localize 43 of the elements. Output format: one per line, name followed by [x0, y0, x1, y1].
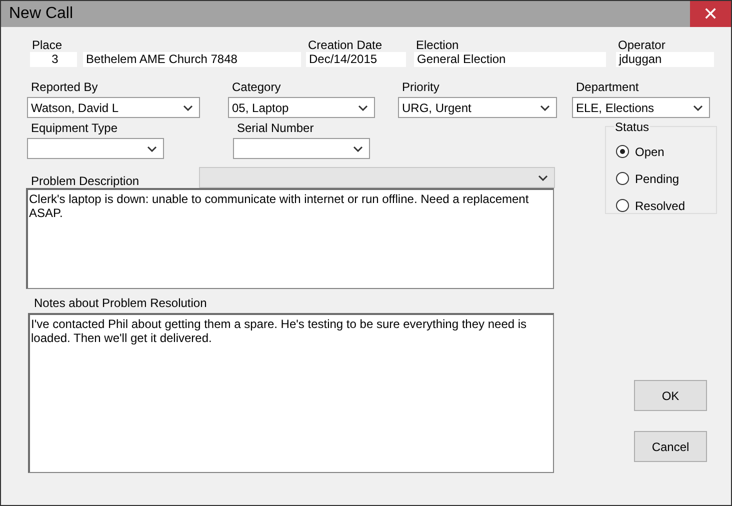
read-only-field: General Election [414, 52, 606, 67]
radio-label[interactable]: Open [635, 144, 664, 158]
cancel-button[interactable]: Cancel [634, 431, 707, 462]
radio-label[interactable]: Resolved [635, 198, 686, 212]
field-label: Equipment Type [31, 121, 119, 135]
ok-button[interactable]: OK [634, 380, 707, 411]
window-title: New Call [9, 5, 74, 23]
field-label: Reported By [31, 80, 99, 94]
text-area[interactable]: I've contacted Phil about getting them a spare. He's testing to be sure everything they need is loaded. Then we'll get it delivered. [28, 313, 554, 473]
field-label: Operator [618, 38, 666, 52]
field-label: Problem Description [31, 174, 140, 188]
read-only-field: 3 [30, 52, 77, 67]
field-label: Category [232, 80, 282, 94]
field-label: Place [32, 38, 64, 52]
field-label: Election [416, 38, 460, 52]
field-label: Serial Number [237, 121, 315, 135]
field-label: Department [576, 80, 640, 94]
chevron-down-icon [353, 146, 363, 152]
read-only-field: Dec/14/2015 [306, 52, 406, 67]
dropdown[interactable]: URG, Urgent [398, 97, 557, 118]
radio-button[interactable] [616, 172, 629, 185]
read-only-field: jduggan [616, 52, 714, 67]
group-label: Status [614, 120, 650, 134]
chevron-down-icon [183, 104, 193, 110]
radio-label[interactable]: Pending [635, 172, 680, 186]
chevron-down-icon [358, 104, 368, 110]
chevron-down-icon [693, 104, 703, 110]
dropdown[interactable]: Watson, David L [27, 97, 200, 118]
dropdown[interactable] [27, 138, 164, 159]
radio-button[interactable] [616, 145, 629, 158]
dropdown[interactable] [233, 138, 370, 159]
chevron-down-icon [538, 174, 548, 180]
read-only-field: Bethelem AME Church 7848 [83, 52, 301, 67]
field-label: Priority [402, 80, 440, 94]
close-button[interactable]: ✕ [690, 1, 731, 27]
radio-button[interactable] [616, 199, 629, 212]
field-label: Creation Date [308, 38, 384, 52]
chevron-down-icon [147, 146, 157, 152]
dropdown[interactable]: 05, Laptop [228, 97, 375, 118]
dropdown[interactable]: ELE, Elections [572, 97, 710, 118]
text-area[interactable]: Clerk's laptop is down: unable to communicate with internet or run offline. Need a replacement ASAP. [26, 188, 554, 289]
chevron-down-icon [540, 104, 550, 110]
field-label: Notes about Problem Resolution [34, 296, 208, 310]
